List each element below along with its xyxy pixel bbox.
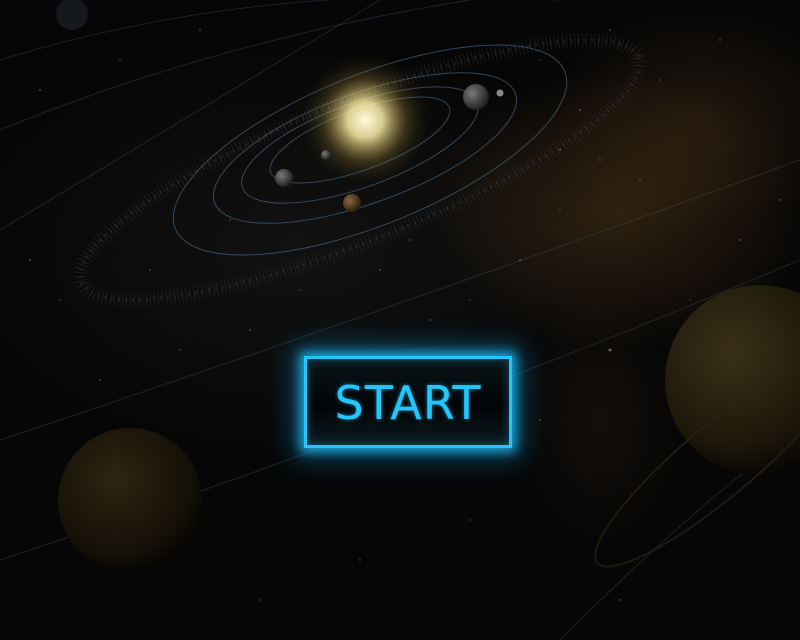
solar-system-background	[0, 0, 800, 640]
moon-small	[496, 89, 504, 97]
planet-left	[58, 428, 202, 572]
planet-small-grey	[275, 169, 293, 187]
planet-blue-grey	[463, 84, 489, 110]
planet-top-left	[56, 0, 88, 30]
gas-giant-right	[594, 285, 800, 568]
start-button[interactable]: START	[304, 356, 512, 448]
start-button-label: START	[334, 376, 482, 430]
planet-brown	[343, 194, 361, 212]
planet-small-grey-2	[321, 150, 331, 160]
sun	[295, 50, 435, 190]
game-start-screen: START	[0, 0, 800, 640]
